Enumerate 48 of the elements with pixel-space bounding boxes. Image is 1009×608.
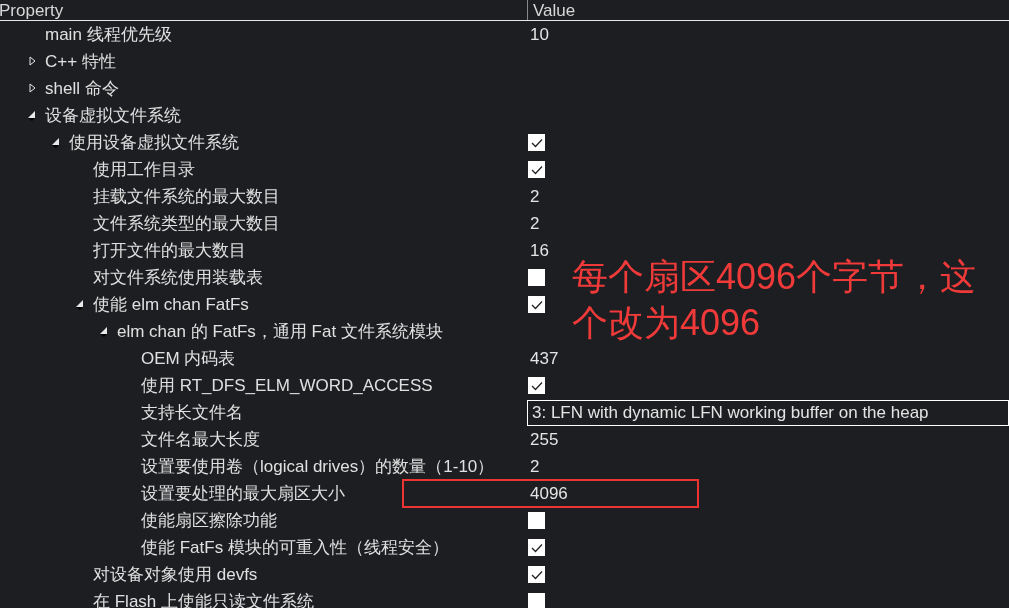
value-text: 2 — [530, 455, 540, 478]
checkbox[interactable] — [528, 377, 545, 394]
checkbox[interactable] — [528, 296, 545, 313]
property-label: 设置要处理的最大扇区大小 — [141, 482, 345, 505]
value-text: 437 — [530, 347, 559, 370]
expanded-arrow-icon[interactable] — [99, 325, 109, 338]
checkbox[interactable] — [528, 593, 545, 608]
checkbox[interactable] — [528, 134, 545, 151]
dropdown-field[interactable]: 3: LFN with dynamic LFN working buffer on the heap — [527, 399, 1009, 426]
checkbox[interactable] — [528, 512, 545, 529]
column-header[interactable]: Property — [0, 1, 64, 20]
property-label: C++ 特性 — [45, 50, 116, 73]
expanded-arrow-icon[interactable] — [51, 136, 61, 149]
property-label: 使能 FatFs 模块的可重入性（线程安全） — [141, 536, 449, 559]
value-text: 4096 — [530, 482, 568, 505]
checkbox[interactable] — [528, 269, 545, 286]
value-text: 16 — [530, 239, 549, 262]
checkbox[interactable] — [528, 539, 545, 556]
property-label: 支持长文件名 — [141, 401, 243, 424]
collapsed-arrow-icon[interactable] — [29, 82, 37, 95]
value-text: 255 — [530, 428, 559, 451]
value-text: 10 — [530, 23, 549, 46]
property-label: 对设备对象使用 devfs — [93, 563, 258, 586]
expanded-arrow-icon[interactable] — [27, 109, 37, 122]
checkbox[interactable] — [528, 566, 545, 583]
value-text: 2 — [530, 185, 540, 208]
collapsed-arrow-icon[interactable] — [29, 55, 37, 68]
property-label: 使能扇区擦除功能 — [141, 509, 277, 532]
property-label: 使能 elm chan FatFs — [93, 293, 249, 316]
expanded-arrow-icon[interactable] — [75, 298, 85, 311]
property-label: 使用工作目录 — [93, 158, 195, 181]
property-label: main 线程优先级 — [45, 23, 172, 46]
property-label: OEM 内码表 — [141, 347, 236, 370]
checkbox[interactable] — [528, 161, 545, 178]
property-label: elm chan 的 FatFs，通用 Fat 文件系统模块 — [117, 320, 443, 343]
property-label: 使用 RT_DFS_ELM_WORD_ACCESS — [141, 374, 433, 397]
value-text: 2 — [530, 212, 540, 235]
property-label: 打开文件的最大数目 — [93, 239, 246, 262]
property-label: 设置要使用卷（logical drives）的数量（1-10） — [141, 455, 495, 478]
property-label: 使用设备虚拟文件系统 — [69, 131, 239, 154]
property-label: 挂载文件系统的最大数目 — [93, 185, 280, 208]
property-label: 设备虚拟文件系统 — [45, 104, 181, 127]
property-label: 文件系统类型的最大数目 — [93, 212, 280, 235]
property-label: 文件名最大长度 — [141, 428, 260, 451]
property-label: 对文件系统使用装载表 — [93, 266, 263, 289]
annotation-text: 每个扇区4096个字节，这个改为4096 — [572, 255, 978, 345]
property-label: shell 命令 — [45, 77, 119, 100]
column-header[interactable]: Value — [533, 1, 576, 20]
